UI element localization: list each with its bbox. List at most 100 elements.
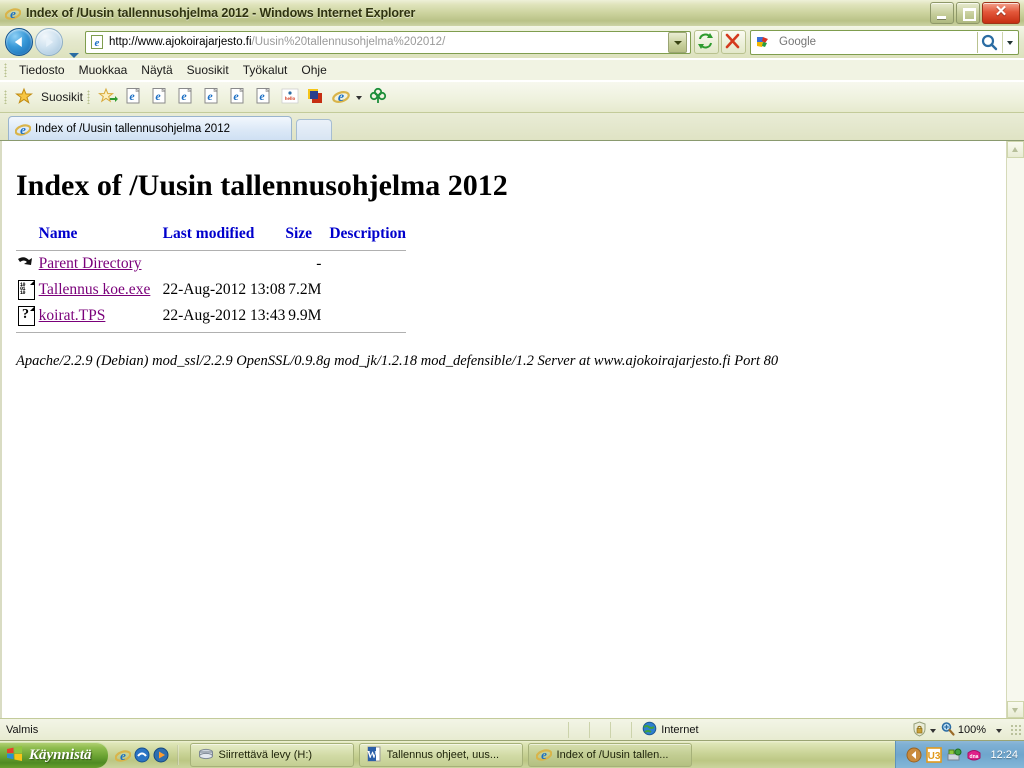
svg-text:e: e <box>20 122 26 137</box>
clover-icon[interactable] <box>368 87 388 107</box>
forward-button[interactable] <box>35 28 63 56</box>
row-name-cell[interactable]: koirat.TPS <box>39 303 163 329</box>
file-link-exe[interactable]: Tallennus koe.exe <box>39 281 151 298</box>
security-zone-label: Internet <box>661 724 699 736</box>
menu-file[interactable]: Tiedosto <box>12 61 72 79</box>
menu-help[interactable]: Ohje <box>294 61 333 79</box>
file-link-tps[interactable]: koirat.TPS <box>39 307 106 324</box>
ie-page-icon[interactable]: e <box>176 87 196 107</box>
clock[interactable]: 12:24 <box>990 749 1018 761</box>
quick-launch-separator <box>176 745 179 765</box>
column-size[interactable]: Size <box>285 225 329 247</box>
status-text: Valmis <box>6 724 39 736</box>
svg-text:e: e <box>181 89 187 103</box>
protected-mode-dropdown[interactable] <box>928 722 940 738</box>
ie-page-icon[interactable]: e <box>228 87 248 107</box>
search-input[interactable] <box>777 35 977 49</box>
scroll-down-button[interactable] <box>1007 701 1024 718</box>
column-last-modified-label: Last modified <box>162 225 255 242</box>
taskbar-item-word[interactable]: W Tallennus ohjeet, uus... <box>358 743 523 767</box>
minimize-icon <box>937 16 946 19</box>
svg-text:W: W <box>367 750 377 761</box>
maximize-button[interactable] <box>956 2 980 24</box>
media-player-icon[interactable] <box>153 747 169 763</box>
search-box[interactable] <box>750 29 1019 55</box>
security-zone[interactable]: Internet <box>642 721 699 739</box>
start-button[interactable]: Käynnistä <box>0 742 108 768</box>
taskbar-item-ie[interactable]: e Index of /Uusin tallen... <box>527 743 692 767</box>
add-to-favorites-icon[interactable] <box>97 87 119 107</box>
menu-favorites[interactable]: Suosikit <box>180 61 236 79</box>
zoom-dropdown[interactable] <box>994 722 1006 738</box>
row-name-cell[interactable]: Parent Directory <box>39 251 163 277</box>
menu-edit[interactable]: Muokkaa <box>72 61 135 79</box>
search-go-button[interactable] <box>977 31 1002 53</box>
google-icon <box>754 34 770 50</box>
parent-directory-icon <box>16 253 36 274</box>
svg-text:e: e <box>129 89 135 103</box>
ie-page-icon[interactable]: e <box>124 87 144 107</box>
row-size-cell: 9.9M <box>288 306 322 324</box>
ie-page-icon[interactable]: e <box>202 87 222 107</box>
header-icon-cell <box>16 225 39 247</box>
refresh-icon <box>698 33 713 49</box>
ie-page-icon[interactable]: e <box>254 87 274 107</box>
search-dropdown-button[interactable] <box>1002 31 1018 53</box>
ie-icon: e <box>4 5 22 21</box>
blue-app-icon[interactable] <box>134 747 150 763</box>
menu-tools[interactable]: Työkalut <box>236 61 295 79</box>
back-button[interactable] <box>5 28 33 56</box>
resize-grip[interactable] <box>1010 724 1022 736</box>
close-button[interactable]: ✕ <box>982 2 1020 24</box>
column-name[interactable]: Name <box>39 225 163 247</box>
address-bar[interactable]: e http://www.ajokoirajarjesto.fi/Uusin%2… <box>85 30 691 54</box>
magnifier-icon[interactable] <box>940 721 956 740</box>
hello-icon[interactable]: hello <box>280 87 300 107</box>
shield-lock-icon[interactable] <box>911 720 928 740</box>
scroll-up-button[interactable] <box>1007 141 1024 158</box>
menu-view[interactable]: Näytä <box>134 61 179 79</box>
word-icon: W <box>367 746 382 765</box>
show-hidden-icons-icon[interactable] <box>906 747 922 763</box>
stop-icon <box>725 33 740 49</box>
start-button-label: Käynnistä <box>29 746 92 763</box>
tab-active[interactable]: e Index of /Uusin tallennusohjelma 2012 <box>8 116 292 140</box>
row-modified-cell: 22-Aug-2012 13:43 <box>162 306 286 324</box>
status-divider-3 <box>610 722 612 738</box>
vertical-scrollbar[interactable] <box>1006 141 1024 718</box>
column-description[interactable]: Description <box>329 225 406 247</box>
table-row: ? koirat.TPS 22-Aug-2012 13:43 9.9M <box>16 303 406 329</box>
refresh-button[interactable] <box>694 30 719 54</box>
new-tab-button[interactable] <box>296 119 332 140</box>
ie-icon[interactable]: e <box>332 87 352 107</box>
minimize-button[interactable] <box>930 2 954 24</box>
footer-divider <box>16 328 406 333</box>
chevron-down-icon <box>1012 708 1018 713</box>
svg-text:e: e <box>338 90 344 105</box>
column-last-modified[interactable]: Last modified <box>163 225 286 247</box>
directory-listing: Name Last modified Size Description Pare… <box>16 225 406 333</box>
ie-page-icon[interactable]: e <box>150 87 170 107</box>
row-icon-cell <box>16 251 39 277</box>
favbar-grip-2[interactable] <box>87 90 91 104</box>
favbar-overflow-button[interactable] <box>355 87 365 107</box>
ie-icon[interactable]: e <box>114 747 131 763</box>
dna-icon[interactable]: dna <box>966 747 982 763</box>
colored-squares-icon[interactable] <box>306 87 326 107</box>
safely-remove-icon[interactable] <box>946 747 962 763</box>
row-modified-cell <box>163 251 286 277</box>
u3-icon[interactable]: U3 <box>926 747 943 763</box>
taskbar-item-drive[interactable]: Siirrettävä levy (H:) <box>189 743 354 767</box>
row-modified-cell: 22-Aug-2012 13:08 <box>162 280 286 298</box>
favorites-button-label[interactable]: Suosikit <box>41 90 83 104</box>
row-name-cell[interactable]: Tallennus koe.exe <box>39 277 163 303</box>
parent-directory-link[interactable]: Parent Directory <box>39 255 142 272</box>
favbar-grip[interactable] <box>4 90 7 104</box>
taskbar-item-drive-label: Siirrettävä levy (H:) <box>218 749 313 761</box>
menu-grip[interactable] <box>4 63 7 77</box>
stop-button[interactable] <box>721 30 746 54</box>
address-dropdown-button[interactable] <box>668 31 687 53</box>
svg-text:e: e <box>233 89 239 103</box>
svg-text:e: e <box>155 89 161 103</box>
svg-text:hello: hello <box>285 96 296 101</box>
